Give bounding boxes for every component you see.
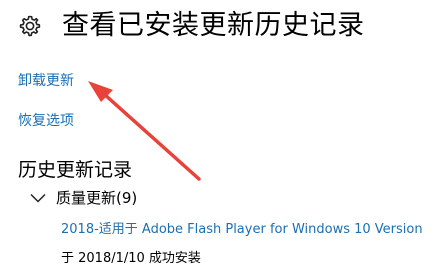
update-item-link[interactable]: 2018-适用于 Adobe Flash Player for Windows … [61, 220, 423, 240]
quality-updates-group-header[interactable]: 质量更新(9) [30, 187, 137, 209]
page-title: 查看已安装更新历史记录 [62, 10, 365, 41]
gear-icon [19, 15, 41, 37]
quality-updates-group-label: 质量更新(9) [56, 189, 138, 207]
update-history-page: 查看已安装更新历史记录 卸载更新 恢复选项 历史更新记录 质量更新(9) 201… [0, 0, 437, 274]
chevron-down-icon [30, 193, 46, 203]
update-item-status: 于 2018/1/10 成功安装 [61, 251, 201, 266]
recovery-options-link[interactable]: 恢复选项 [18, 111, 74, 131]
history-section-title: 历史更新记录 [18, 159, 133, 181]
uninstall-updates-link[interactable]: 卸载更新 [18, 71, 74, 91]
